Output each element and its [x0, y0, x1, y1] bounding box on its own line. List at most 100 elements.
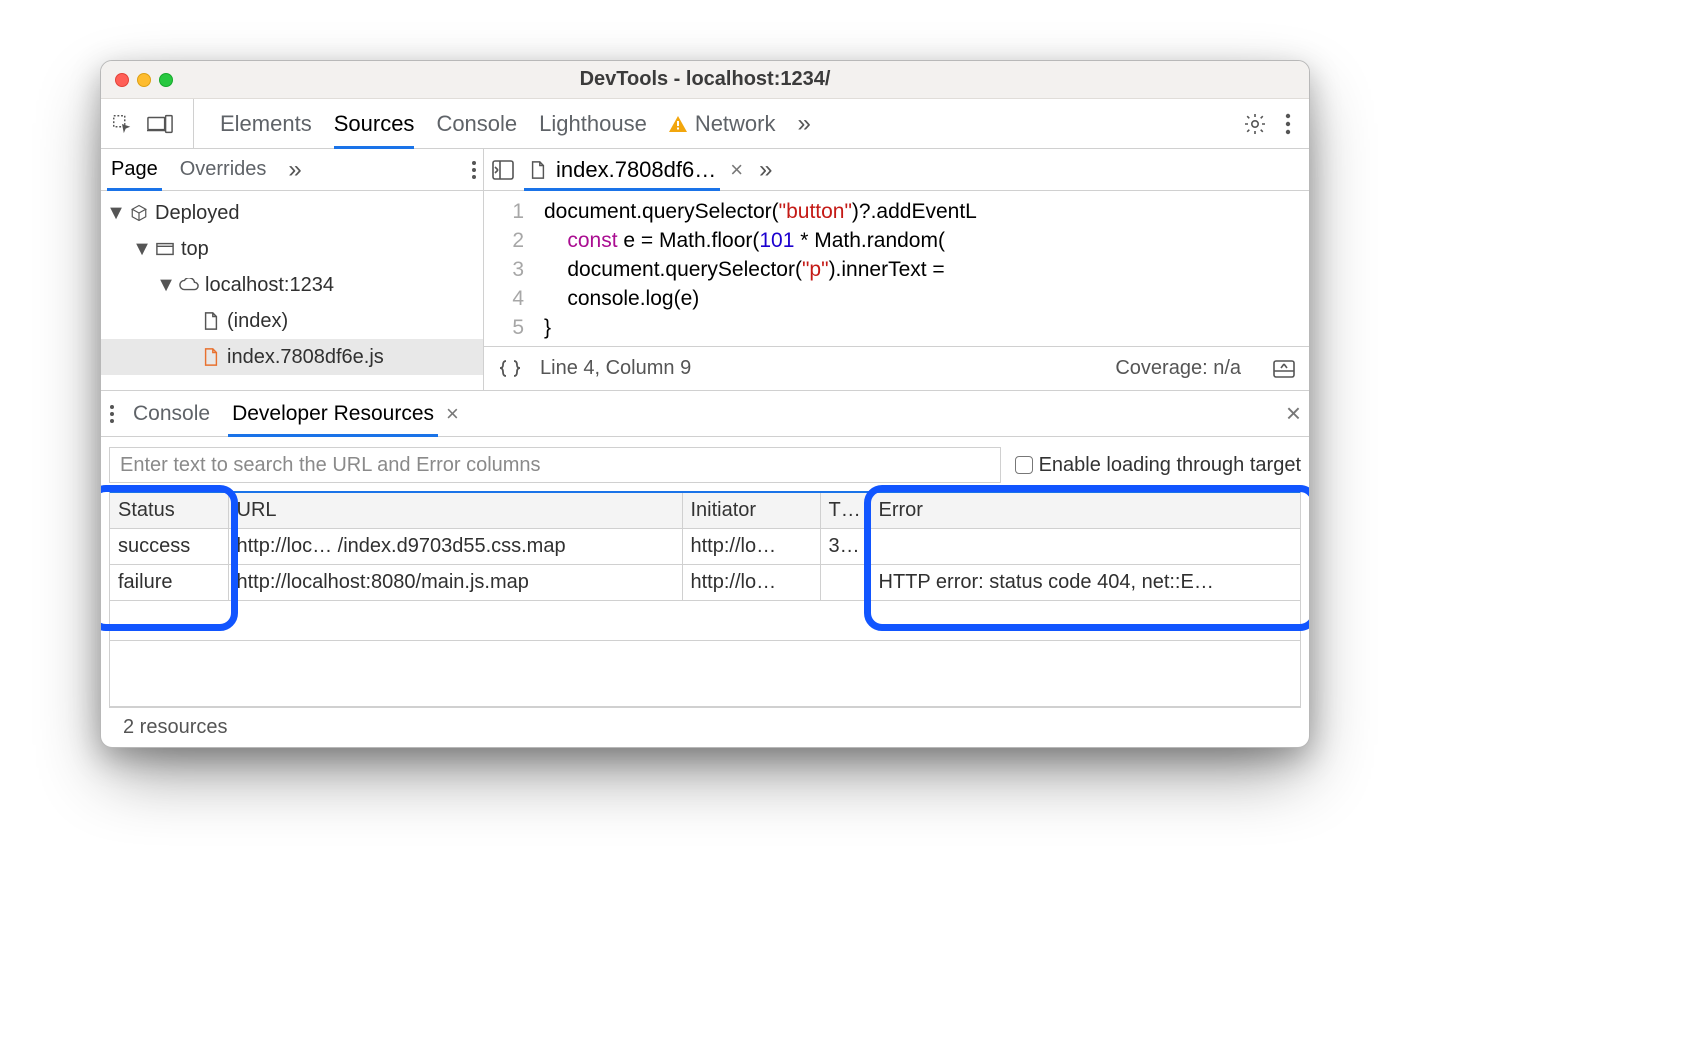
checkbox-label: Enable loading through target [1039, 454, 1301, 477]
editor-pane: index.7808df6… × » 12345 document.queryS… [484, 149, 1309, 390]
col-error[interactable]: Error [870, 493, 1300, 529]
tree-label: (index) [227, 310, 288, 333]
chevron-double-right-icon: » [288, 156, 301, 184]
cell-t: 356 [820, 529, 870, 565]
tab-label: Console [133, 402, 210, 426]
minimize-window-button[interactable] [137, 73, 151, 87]
main-tabstrip: Elements Sources Console Lighthouse Netw… [101, 99, 1309, 149]
drawer-tab-console[interactable]: Console [129, 391, 214, 436]
tab-elements[interactable]: Elements [220, 99, 312, 148]
cursor-position: Line 4, Column 9 [540, 357, 691, 380]
chevron-double-right-icon: » [798, 110, 811, 138]
tab-console[interactable]: Console [436, 99, 517, 148]
navigator-menu-button[interactable] [471, 160, 477, 180]
drawer-tab-developer-resources[interactable]: Developer Resources [228, 391, 438, 436]
tab-label: Page [111, 158, 158, 181]
inspect-icon[interactable] [111, 113, 133, 135]
caret-down-icon: ▼ [109, 202, 123, 225]
tree-file-js[interactable]: index.7808df6e.js [101, 339, 483, 375]
editor-tabs: index.7808df6… × » [484, 149, 1309, 191]
package-icon [129, 204, 149, 222]
table-row[interactable]: success http://loc… /index.d9703d55.css.… [110, 529, 1300, 565]
window-controls [115, 73, 173, 87]
tab-label: Network [695, 111, 776, 137]
tab-label: Lighthouse [539, 111, 647, 137]
code-content: document.querySelector("button")?.addEve… [534, 191, 1309, 346]
col-t[interactable]: T… [820, 493, 870, 529]
checkbox-icon [1015, 456, 1033, 474]
caret-down-icon: ▼ [135, 238, 149, 261]
editor-tab-label: index.7808df6… [556, 157, 716, 183]
cell-status: success [110, 529, 228, 565]
developer-resources-panel: Enable loading through target Status URL… [101, 437, 1309, 747]
tree-label: index.7808df6e.js [227, 346, 384, 369]
warning-icon [669, 116, 687, 132]
tree-group-deployed[interactable]: ▼ Deployed [101, 195, 483, 231]
col-status[interactable]: Status [110, 493, 228, 529]
sources-split: Page Overrides » ▼ Deployed [101, 149, 1309, 391]
col-url[interactable]: URL [228, 493, 682, 529]
drawer-menu-button[interactable] [109, 404, 115, 424]
editor-tab-file[interactable]: index.7808df6… [524, 149, 720, 190]
drawer-footer: 2 resources [109, 707, 1301, 747]
navigator-tabs: Page Overrides » [101, 149, 483, 191]
tree-label: localhost:1234 [205, 274, 334, 297]
chevron-double-right-icon[interactable]: » [759, 156, 772, 184]
document-icon [201, 312, 221, 330]
cell-error: HTTP error: status code 404, net::E… [870, 565, 1300, 601]
settings-button[interactable] [1243, 112, 1267, 136]
nav-more-tabs-button[interactable]: » [284, 149, 305, 190]
tree-file-index[interactable]: (index) [101, 303, 483, 339]
table-header-row: Status URL Initiator T… Error [110, 493, 1300, 529]
device-toolbar-icon[interactable] [147, 114, 173, 134]
tab-network[interactable]: Network [669, 99, 776, 148]
search-input[interactable] [109, 447, 1001, 483]
nav-tab-page[interactable]: Page [107, 149, 162, 190]
caret-down-icon: ▼ [159, 274, 173, 297]
titlebar: DevTools - localhost:1234/ [101, 61, 1309, 99]
navigator-pane: Page Overrides » ▼ Deployed [101, 149, 484, 390]
resource-count: 2 resources [123, 716, 228, 739]
tab-label: Developer Resources [232, 402, 434, 426]
show-drawer-button[interactable] [1273, 360, 1295, 378]
table-row-empty [110, 601, 1300, 641]
more-tabs-button[interactable]: » [798, 99, 811, 148]
col-initiator[interactable]: Initiator [682, 493, 820, 529]
window-title: DevTools - localhost:1234/ [101, 68, 1309, 91]
cell-url: http://loc… /index.d9703d55.css.map [228, 529, 682, 565]
more-menu-button[interactable] [1285, 113, 1291, 135]
tree-origin[interactable]: ▼ localhost:1234 [101, 267, 483, 303]
nav-tab-overrides[interactable]: Overrides [176, 149, 271, 190]
tab-label: Console [436, 111, 517, 137]
cell-initiator: http://lo… [682, 565, 820, 601]
document-icon [528, 161, 548, 179]
devtools-window: DevTools - localhost:1234/ Elements Sour… [100, 60, 1310, 748]
toggle-sidebar-button[interactable] [492, 160, 514, 180]
cell-status: failure [110, 565, 228, 601]
resources-table: Status URL Initiator T… Error success ht… [109, 491, 1301, 707]
drawer: Console Developer Resources × × Enable l… [101, 391, 1309, 747]
close-tab-button[interactable]: × [730, 157, 743, 183]
cell-url: http://localhost:8080/main.js.map [228, 565, 682, 601]
close-window-button[interactable] [115, 73, 129, 87]
pretty-print-button[interactable] [498, 359, 522, 379]
cell-initiator: http://lo… [682, 529, 820, 565]
frame-icon [155, 242, 175, 256]
tree-frame-top[interactable]: ▼ top [101, 231, 483, 267]
tab-label: Sources [334, 111, 415, 137]
cell-error [870, 529, 1300, 565]
line-gutter: 12345 [484, 191, 534, 346]
close-drawer-tab-button[interactable]: × [446, 401, 459, 427]
editor-statusbar: Line 4, Column 9 Coverage: n/a [484, 346, 1309, 390]
code-editor[interactable]: 12345 document.querySelector("button")?.… [484, 191, 1309, 346]
zoom-window-button[interactable] [159, 73, 173, 87]
enable-target-checkbox[interactable]: Enable loading through target [1015, 454, 1301, 477]
cloud-icon [179, 278, 199, 292]
coverage-status: Coverage: n/a [1115, 357, 1241, 380]
close-drawer-button[interactable]: × [1286, 398, 1301, 429]
tree-label: Deployed [155, 202, 240, 225]
table-row[interactable]: failure http://localhost:8080/main.js.ma… [110, 565, 1300, 601]
tab-sources[interactable]: Sources [334, 99, 415, 148]
tree-label: top [181, 238, 209, 261]
tab-lighthouse[interactable]: Lighthouse [539, 99, 647, 148]
